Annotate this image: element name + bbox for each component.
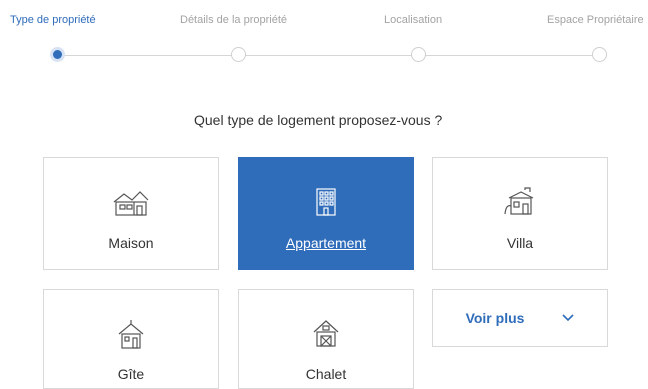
step-label-espace[interactable]: Espace Propriétaire bbox=[547, 14, 644, 26]
step-label-localisation[interactable]: Localisation bbox=[384, 14, 442, 26]
step-label-details[interactable]: Détails de la propriété bbox=[180, 14, 287, 26]
card-label-gite: Gîte bbox=[117, 366, 145, 382]
voir-plus-label: Voir plus bbox=[465, 310, 525, 326]
card-label-maison: Maison bbox=[108, 235, 154, 251]
step-dot-localisation[interactable] bbox=[411, 47, 426, 62]
card-chalet[interactable]: Chalet bbox=[238, 289, 414, 389]
card-gite[interactable]: Gîte bbox=[43, 289, 219, 389]
chalet-icon bbox=[313, 320, 339, 347]
step-dot-details[interactable] bbox=[231, 47, 246, 62]
chevron-down-icon bbox=[562, 314, 574, 322]
card-maison[interactable]: Maison bbox=[43, 157, 219, 270]
card-appartement[interactable]: Appartement bbox=[238, 157, 414, 270]
step-dot-type[interactable] bbox=[50, 47, 65, 62]
question-text: Quel type de logement proposez-vous ? bbox=[194, 112, 443, 128]
card-label-appartement: Appartement bbox=[285, 235, 367, 251]
step-dot-espace[interactable] bbox=[592, 47, 607, 62]
step-label-type[interactable]: Type de propriété bbox=[10, 14, 96, 26]
card-label-chalet: Chalet bbox=[305, 366, 347, 382]
voir-plus-button[interactable]: Voir plus bbox=[432, 289, 608, 347]
card-label-villa: Villa bbox=[506, 235, 534, 251]
house-icon bbox=[113, 191, 149, 216]
gite-icon bbox=[118, 320, 144, 349]
card-villa[interactable]: Villa bbox=[432, 157, 608, 270]
apartment-building-icon bbox=[316, 188, 336, 216]
stepper-line bbox=[64, 55, 604, 56]
villa-icon bbox=[504, 187, 534, 215]
